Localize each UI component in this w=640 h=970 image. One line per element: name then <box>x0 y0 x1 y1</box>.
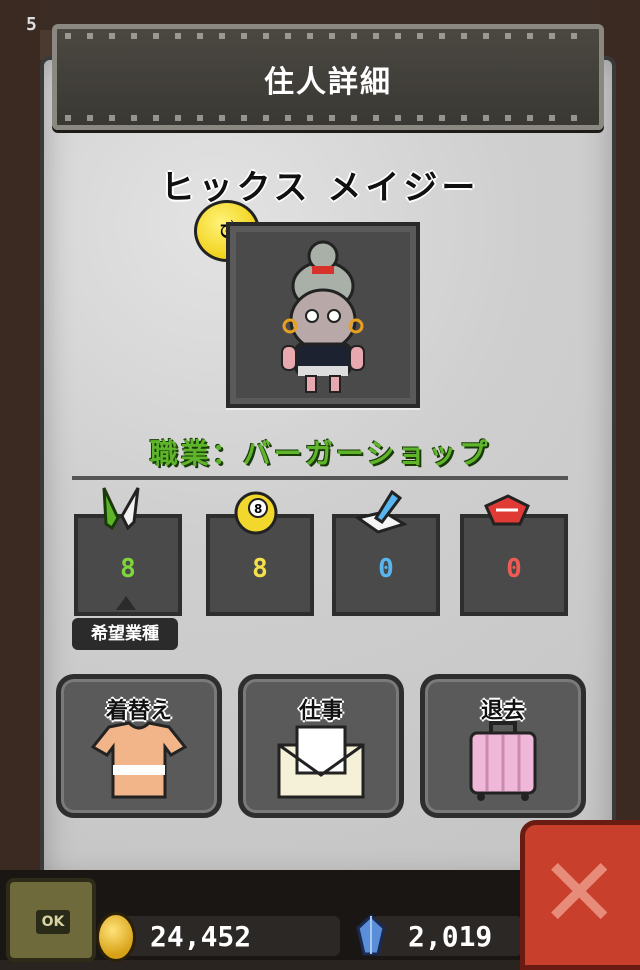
coin-value: 24,452 <box>150 920 252 953</box>
title-bar: 住人詳細 <box>52 24 604 130</box>
move-out-button[interactable]: 退去 <box>420 674 586 818</box>
pen-book-icon <box>354 489 408 534</box>
rivets-top <box>65 33 591 39</box>
suitcase-icon <box>469 721 537 801</box>
floor-level: 5 <box>26 14 37 35</box>
stat-food-value: 8 <box>120 554 136 584</box>
shirt-icon <box>90 721 188 799</box>
coin-icon <box>96 912 136 962</box>
resident-job: 職業：バーガーショップ <box>149 437 491 470</box>
ok-button[interactable]: OK <box>6 878 96 962</box>
envelope-icon <box>277 725 365 799</box>
fork-knife-icon <box>102 487 140 531</box>
gem-value: 2,019 <box>408 920 493 953</box>
gem-icon <box>356 914 386 956</box>
divider <box>72 476 568 480</box>
preferred-job-label: 希望業種 <box>72 618 178 650</box>
stat-study-value: 0 <box>378 554 394 584</box>
stat-fun-value: 8 <box>252 554 268 584</box>
rivets-bottom <box>65 115 591 121</box>
resident-name: ヒックス メイジー <box>160 168 480 208</box>
ok-label: OK <box>36 910 70 934</box>
svg-text:8: 8 <box>254 502 262 516</box>
resident-portrait <box>226 222 420 408</box>
close-x-icon: ✕ <box>539 837 620 949</box>
change-clothes-button[interactable]: 着替え <box>56 674 222 818</box>
gem-counter: 2,019 <box>372 916 522 956</box>
eight-ball-icon: 8 <box>234 491 278 535</box>
close-button[interactable]: ✕ <box>520 820 640 970</box>
stat-items-value: 0 <box>506 554 522 584</box>
page-title: 住人詳細 <box>264 65 392 100</box>
coin-counter: 24,452 <box>110 916 340 956</box>
old-lady-icon <box>281 240 365 393</box>
red-box-icon <box>484 494 530 526</box>
preferred-arrow <box>116 596 136 610</box>
work-button[interactable]: 仕事 <box>238 674 404 818</box>
